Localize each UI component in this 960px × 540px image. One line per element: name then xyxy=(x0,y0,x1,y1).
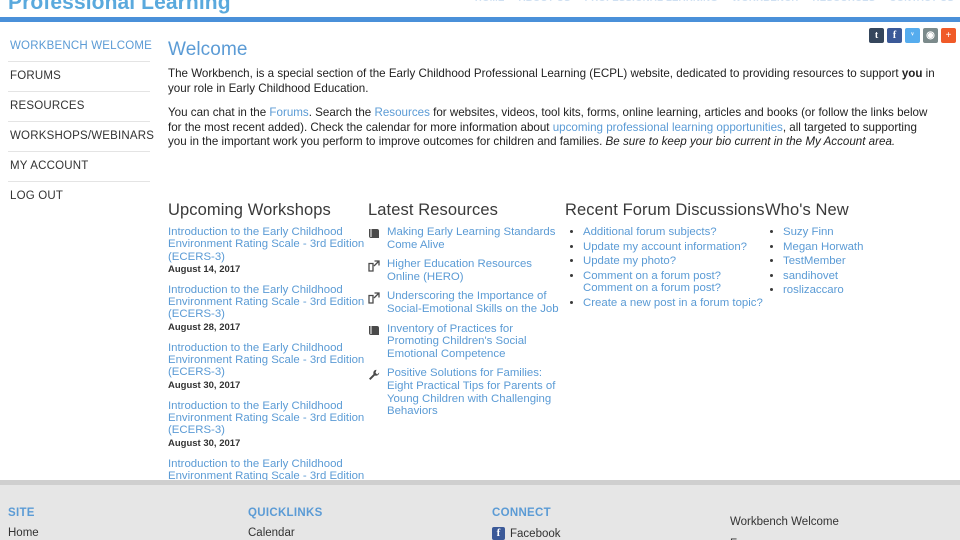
wrench-icon xyxy=(368,367,381,381)
upcoming-opportunities-link[interactable]: upcoming professional learning opportuni… xyxy=(553,121,783,134)
workshop-title[interactable]: Introduction to the Early Childhood Envi… xyxy=(168,226,368,263)
workshop-date: August 30, 2017 xyxy=(168,379,241,391)
nav-item-contact[interactable]: CONTACT US xyxy=(889,0,954,4)
intro-paragraph-2: You can chat in the Forums. Search the R… xyxy=(168,106,938,150)
workshops-heading: Upcoming Workshops xyxy=(168,201,331,219)
list-item[interactable]: Create a new post in a forum topic? xyxy=(583,297,765,310)
site-title: Professional Learning xyxy=(8,0,231,14)
list-item[interactable]: TestMember xyxy=(783,255,960,268)
footer-link-facebook[interactable]: f Facebook xyxy=(492,527,561,540)
footer-connect-heading: CONNECT xyxy=(492,507,551,519)
workshop-date: August 28, 2017 xyxy=(168,321,241,333)
workshop-item: Introduction to the Early Childhood Envi… xyxy=(168,226,368,275)
resource-title[interactable]: Making Early Learning Standards Come Ali… xyxy=(387,226,565,251)
sidebar-item-forums[interactable]: FORUMS xyxy=(8,62,150,92)
page-body: WORKBENCH WELCOME FORUMS RESOURCES WORKS… xyxy=(0,22,960,506)
external-link-icon xyxy=(368,290,381,305)
main-content: Welcome The Workbench, is a special sect… xyxy=(168,22,950,160)
footer: SITE Home QUICKLINKS Calendar CONNECT f … xyxy=(0,485,960,540)
resource-title[interactable]: Underscoring the Importance of Social-Em… xyxy=(387,290,565,315)
sidebar: WORKBENCH WELCOME FORUMS RESOURCES WORKS… xyxy=(0,22,158,211)
intro-p2-a: You can chat in the xyxy=(168,106,270,120)
column-recent-forum-discussions: Recent Forum Discussions Additional foru… xyxy=(565,200,765,515)
sidebar-item-log-out[interactable]: LOG OUT xyxy=(8,182,150,211)
footer-menu-workbench-welcome[interactable]: Workbench Welcome xyxy=(730,485,839,528)
facebook-icon: f xyxy=(492,527,505,540)
list-item[interactable]: Update my photo? xyxy=(583,255,765,268)
list-item[interactable]: Suzy Finn xyxy=(783,226,960,239)
footer-column-quicklinks: QUICKLINKS Calendar xyxy=(248,485,323,539)
resource-item: Underscoring the Importance of Social-Em… xyxy=(368,290,565,315)
sidebar-item-workshops-webinars[interactable]: WORKSHOPS/WEBINARS xyxy=(8,122,154,152)
workshop-title[interactable]: Introduction to the Early Childhood Envi… xyxy=(168,342,368,379)
resource-item: Inventory of Practices for Promoting Chi… xyxy=(368,323,565,361)
book-icon xyxy=(368,226,381,239)
list-item[interactable]: Comment on a forum post? Comment on a fo… xyxy=(583,270,765,295)
list-item[interactable]: Megan Horwath xyxy=(783,241,960,254)
resource-item: Higher Education Resources Online (HERO) xyxy=(368,258,565,283)
book-icon xyxy=(368,323,381,336)
footer-column-site: SITE Home xyxy=(8,485,39,539)
resource-title[interactable]: Higher Education Resources Online (HERO) xyxy=(387,258,565,283)
resource-item: Positive Solutions for Families: Eight P… xyxy=(368,367,565,417)
top-navigation[interactable]: HOME ABOUT US PROFESSIONAL LEARNING WORK… xyxy=(475,0,954,4)
footer-column-connect: CONNECT f Facebook xyxy=(492,485,561,540)
workshop-item: Introduction to the Early Childhood Envi… xyxy=(168,342,368,391)
resource-item: Making Early Learning Standards Come Ali… xyxy=(368,226,565,251)
column-upcoming-workshops: Upcoming Workshops Introduction to the E… xyxy=(168,200,368,515)
forum-heading: Recent Forum Discussions xyxy=(565,201,765,219)
list-item[interactable]: Update my account information? xyxy=(583,241,765,254)
sidebar-item-resources[interactable]: RESOURCES xyxy=(8,92,150,122)
footer-facebook-label: Facebook xyxy=(510,527,561,540)
footer-link-home[interactable]: Home xyxy=(8,527,39,539)
external-link-icon xyxy=(368,258,381,272)
resources-heading: Latest Resources xyxy=(368,201,498,219)
nav-item-about[interactable]: ABOUT US xyxy=(519,0,571,4)
resource-title[interactable]: Inventory of Practices for Promoting Chi… xyxy=(387,323,565,361)
workshop-date: August 30, 2017 xyxy=(168,437,241,449)
page-title: Welcome xyxy=(168,39,248,60)
list-item[interactable]: sandihovet xyxy=(783,270,960,283)
intro-p1-bold: you xyxy=(901,67,923,80)
workshop-item: Introduction to the Early Childhood Envi… xyxy=(168,400,368,449)
forums-link[interactable]: Forums xyxy=(269,106,308,119)
sidebar-item-workbench-welcome[interactable]: WORKBENCH WELCOME xyxy=(8,32,152,62)
workshop-date: August 14, 2017 xyxy=(168,263,241,275)
footer-site-heading: SITE xyxy=(8,507,35,519)
content-columns: Upcoming Workshops Introduction to the E… xyxy=(168,200,960,515)
masthead: Professional Learning HOME ABOUT US PROF… xyxy=(0,0,960,17)
forum-discussion-list: Additional forum subjects? Update my acc… xyxy=(565,226,765,310)
nav-item-workbench[interactable]: WORKBENCH xyxy=(732,0,799,4)
resource-title[interactable]: Positive Solutions for Families: Eight P… xyxy=(387,367,565,417)
list-item[interactable]: Additional forum subjects? xyxy=(583,226,765,239)
workshop-title[interactable]: Introduction to the Early Childhood Envi… xyxy=(168,284,368,321)
intro-p2-b: . Search the xyxy=(308,106,375,120)
nav-item-resources[interactable]: RESOURCES xyxy=(813,0,876,4)
workshop-item: Introduction to the Early Childhood Envi… xyxy=(168,284,368,333)
whos-new-heading: Who's New xyxy=(765,201,849,219)
footer-column-menu: Workbench Welcome Forums xyxy=(730,485,839,540)
intro-paragraph-1: The Workbench, is a special section of t… xyxy=(168,67,938,96)
list-item[interactable]: roslizaccaro xyxy=(783,284,960,297)
intro-p1-a: The Workbench, is a special section of t… xyxy=(168,67,902,80)
footer-quicklinks-heading: QUICKLINKS xyxy=(248,507,323,519)
column-latest-resources: Latest Resources Making Early Learning S… xyxy=(368,200,565,515)
intro-p2-italic: Be sure to keep your bio current in the … xyxy=(605,135,896,149)
sidebar-item-my-account[interactable]: MY ACCOUNT xyxy=(8,152,150,182)
column-whos-new: Who's New Suzy Finn Megan Horwath TestMe… xyxy=(765,200,960,515)
nav-item-professional-learning[interactable]: PROFESSIONAL LEARNING xyxy=(585,0,718,4)
footer-link-calendar[interactable]: Calendar xyxy=(248,527,323,539)
nav-item-home[interactable]: HOME xyxy=(475,0,505,4)
workshop-title[interactable]: Introduction to the Early Childhood Envi… xyxy=(168,400,368,437)
resources-link[interactable]: Resources xyxy=(374,106,429,119)
whos-new-list: Suzy Finn Megan Horwath TestMember sandi… xyxy=(765,226,960,297)
